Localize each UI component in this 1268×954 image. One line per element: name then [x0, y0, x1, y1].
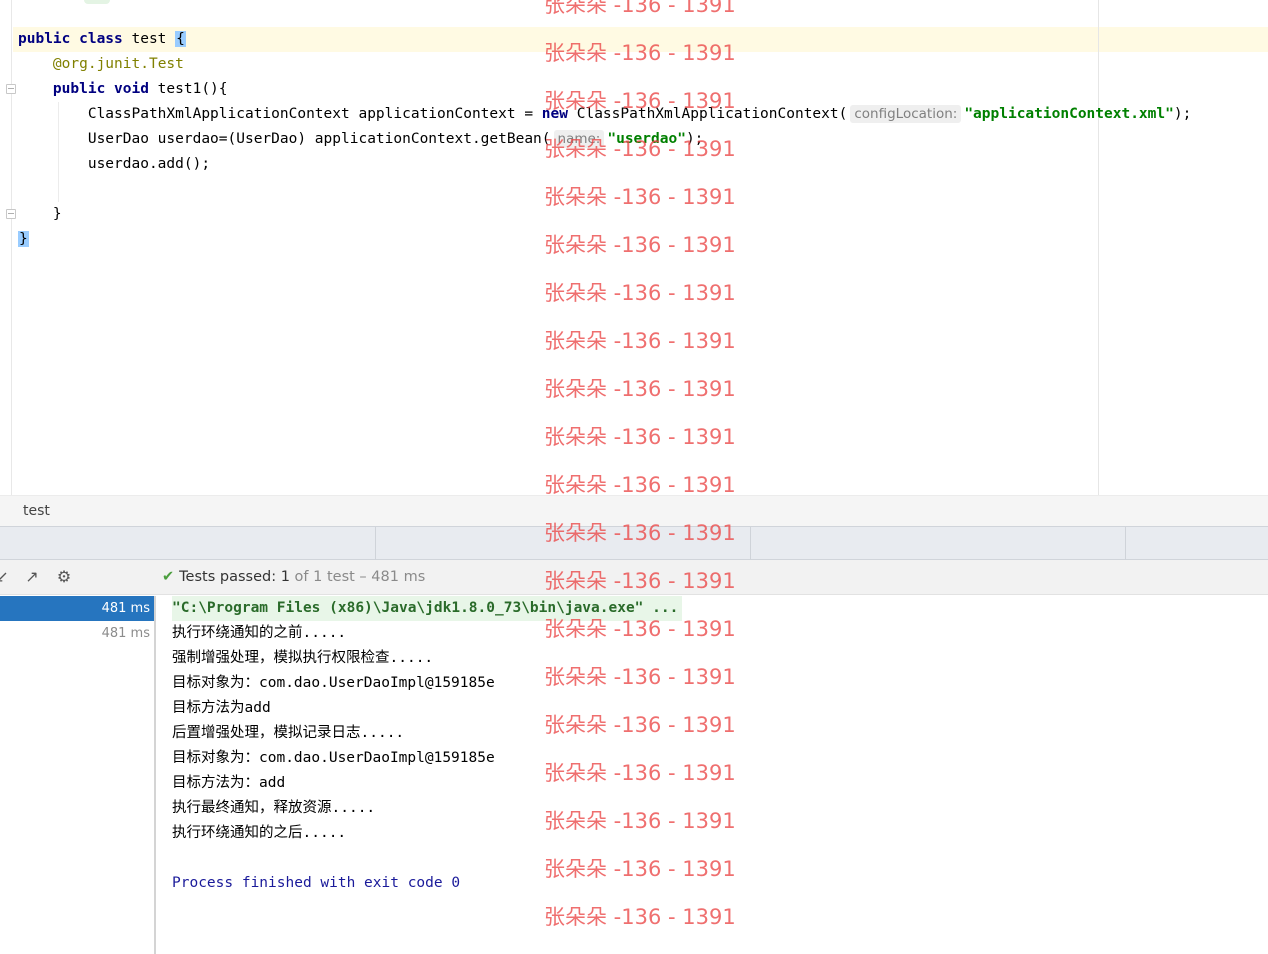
code-line[interactable]: UserDao userdao=(UserDao) applicationCon… — [18, 127, 703, 152]
tab-separator — [1125, 527, 1126, 560]
code-token: userdao.add(); — [18, 156, 211, 172]
code-line[interactable]: userdao.add(); — [18, 152, 210, 177]
breadcrumb-item[interactable]: test — [23, 496, 50, 526]
code-token: public class — [18, 31, 123, 47]
parameter-hint: configLocation: — [850, 105, 962, 123]
code-token: public void — [18, 81, 149, 97]
code-editor[interactable]: public class test { @org.junit.Test publ… — [0, 0, 1268, 495]
tool-window-header — [0, 526, 1268, 560]
right-margin-guide — [1098, 0, 1099, 495]
code-token: } — [18, 231, 29, 247]
code-line[interactable]: public class test { — [18, 27, 186, 52]
code-token: } — [18, 206, 62, 222]
current-line-highlight — [13, 27, 1268, 52]
code-token: UserDao userdao=(UserDao) applicationCon… — [18, 131, 551, 147]
collapse-icon[interactable]: ↙ — [0, 567, 12, 587]
code-token: test1(){ — [148, 81, 228, 97]
fold-marker-icon[interactable] — [6, 84, 16, 94]
code-line[interactable]: } — [18, 202, 62, 227]
code-token: @org.junit. — [52, 56, 149, 72]
code-line[interactable]: } — [18, 227, 29, 252]
console-command-line[interactable]: "C:\Program Files (x86)\Java\jdk1.8.0_73… — [172, 596, 683, 621]
console-line: 目标对象为：com.dao.UserDaoImpl@159185e — [172, 675, 495, 691]
tab-separator — [375, 527, 376, 560]
parameter-hint: name: — [553, 130, 605, 148]
code-token: "applicationContext.xml" — [964, 106, 1174, 122]
code-line[interactable]: @org.junit.Test — [18, 52, 184, 77]
console-line: 执行环绕通知的之前..... — [172, 625, 347, 641]
code-token: new — [541, 106, 568, 122]
console-line: 目标方法为：add — [172, 775, 286, 791]
test-tree-row[interactable]: 481 ms — [0, 621, 154, 646]
check-icon: ✔ — [162, 569, 175, 585]
console-line: 执行环绕通知的之后..... — [172, 825, 347, 841]
test-tree: 481 ms 481 ms — [0, 596, 156, 954]
code-token: ); — [685, 131, 704, 147]
scroll-marker — [84, 0, 110, 4]
export-icon[interactable]: ↗ — [22, 567, 42, 587]
test-tree-row[interactable]: 481 ms — [0, 596, 154, 621]
code-token: ClassPathXmlApplicationContext applicati… — [18, 106, 542, 122]
console-line: 强制增强处理，模拟执行权限检查..... — [172, 650, 434, 666]
fold-marker-icon[interactable] — [6, 209, 16, 219]
test-status: ✔ Tests passed: 1 of 1 test – 481 ms — [162, 569, 426, 585]
code-token: ClassPathXmlApplicationContext( — [568, 106, 848, 122]
console-process-line: Process finished with exit code 0 — [172, 875, 461, 891]
run-toolbar: ↙ ↗ ⚙ ✔ Tests passed: 1 of 1 test – 481 m… — [0, 560, 1268, 595]
code-token: ); — [1173, 106, 1192, 122]
console-line: 执行最终通知，释放资源..... — [172, 800, 376, 816]
code-token: Test — [148, 56, 184, 72]
console-line: 目标方法为add — [172, 700, 271, 716]
tab-separator — [750, 527, 751, 560]
code-token: { — [175, 31, 186, 47]
console-output[interactable]: "C:\Program Files (x86)\Java\jdk1.8.0_73… — [158, 596, 1268, 954]
code-line[interactable]: ClassPathXmlApplicationContext applicati… — [18, 102, 1191, 127]
console-line: 后置增强处理，模拟记录日志..... — [172, 725, 405, 741]
code-token: "userdao" — [607, 131, 686, 147]
code-line[interactable]: public void test1(){ — [18, 77, 228, 102]
console-line: 目标对象为：com.dao.UserDaoImpl@159185e — [172, 750, 495, 766]
code-token: test — [122, 31, 176, 47]
editor-gutter[interactable] — [0, 0, 16, 495]
breadcrumb: test — [0, 495, 1268, 526]
gear-icon[interactable]: ⚙ — [54, 567, 74, 587]
